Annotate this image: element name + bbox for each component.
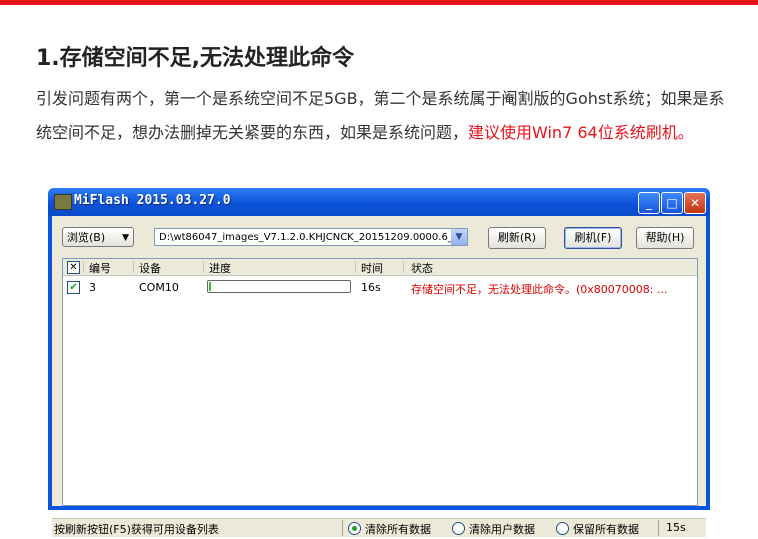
radio-selected-dot	[352, 526, 357, 531]
page-heading: 1.存储空间不足,无法处理此命令	[36, 46, 355, 71]
combo-dropdown-icon[interactable]: ▼	[451, 229, 467, 245]
header-status[interactable]: 状态	[411, 260, 433, 276]
row-device: COM10	[139, 281, 179, 294]
radio-clear-user-label[interactable]: 清除用户数据	[469, 521, 535, 537]
flash-button[interactable]: 刷机(F)	[564, 227, 622, 249]
row-progress-bar	[207, 280, 351, 293]
row-id: 3	[89, 281, 96, 294]
row-status: 存储空间不足，无法处理此命令。(0x80070008: ...	[411, 283, 668, 296]
window-titlebar[interactable]: MiFlash 2015.03.27.0 _ □ ✕	[48, 188, 710, 216]
radio-clear-all-label[interactable]: 清除所有数据	[365, 521, 431, 537]
header-progress[interactable]: 进度	[209, 260, 231, 276]
minimize-button[interactable]: _	[638, 192, 660, 214]
radio-keep-all[interactable]	[556, 522, 569, 535]
path-value: D:\wt86047_images_V7.1.2.0.KHJCNCK_20151…	[159, 232, 453, 243]
row-time: 16s	[361, 281, 381, 294]
recommendation-text: 建议使用Win7 64位系统刷机。	[468, 123, 694, 142]
path-combobox[interactable]: D:\wt86047_images_V7.1.2.0.KHJCNCK_20151…	[154, 228, 468, 246]
progress-fill	[209, 282, 211, 291]
window-client-area: 浏览(B) ▼ D:\wt86047_images_V7.1.2.0.KHJCN…	[52, 216, 706, 537]
statusbar-separator	[342, 520, 343, 536]
select-all-checkbox[interactable]: ✕	[67, 261, 80, 274]
app-icon	[54, 194, 72, 210]
header-device[interactable]: 设备	[139, 260, 161, 276]
status-time: 15s	[666, 521, 686, 534]
header-separator	[83, 261, 84, 273]
radio-keep-all-label[interactable]: 保留所有数据	[573, 521, 639, 537]
maximize-button[interactable]: □	[661, 192, 683, 214]
top-accent-bar	[0, 0, 758, 5]
header-time[interactable]: 时间	[361, 260, 383, 276]
radio-clear-user[interactable]	[452, 522, 465, 535]
window-title: MiFlash 2015.03.27.0	[74, 193, 231, 208]
radio-clear-all[interactable]	[348, 522, 361, 535]
header-separator	[403, 261, 404, 273]
close-button[interactable]: ✕	[684, 192, 706, 214]
device-list: ✕ 编号 设备 进度 时间 状态 ✔ 3 COM10 16s 存储空间不足，无法…	[62, 258, 698, 506]
row-checkbox[interactable]: ✔	[67, 281, 80, 294]
statusbar-separator	[658, 520, 659, 536]
header-id[interactable]: 编号	[89, 260, 111, 276]
status-bar: 按刷新按钮(F5)获得可用设备列表 清除所有数据 清除用户数据 保留所有数据 1…	[52, 518, 706, 537]
list-header: ✕ 编号 设备 进度 时间 状态	[63, 259, 697, 276]
miflash-window: MiFlash 2015.03.27.0 _ □ ✕ 浏览(B) ▼ D:\wt…	[48, 188, 710, 537]
chevron-down-icon[interactable]: ▼	[122, 228, 129, 248]
help-button[interactable]: 帮助(H)	[636, 227, 694, 249]
browse-label: 浏览(B)	[67, 231, 106, 244]
browse-button[interactable]: 浏览(B) ▼	[62, 227, 134, 247]
header-separator	[203, 261, 204, 273]
status-hint: 按刷新按钮(F5)获得可用设备列表	[54, 523, 219, 536]
header-separator	[355, 261, 356, 273]
refresh-button[interactable]: 刷新(R)	[488, 227, 546, 249]
header-separator	[133, 261, 134, 273]
description-paragraph: 引发问题有两个，第一个是系统空间不足5GB，第二个是系统属于阉割版的Gohst系…	[36, 82, 726, 150]
